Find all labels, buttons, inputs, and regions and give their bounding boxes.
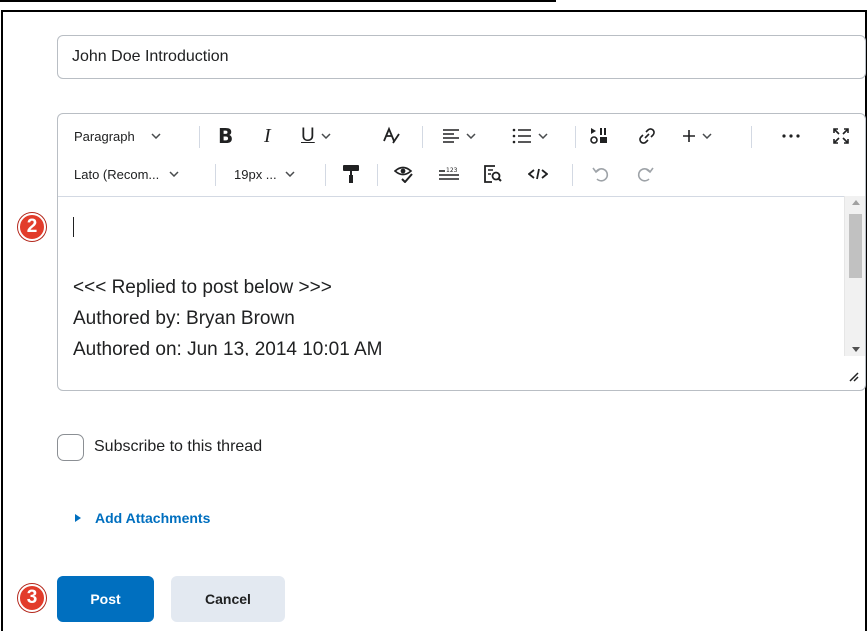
cancel-button[interactable]: Cancel xyxy=(171,576,285,622)
source-code-icon[interactable] xyxy=(528,154,548,194)
scroll-thumb[interactable] xyxy=(849,214,862,278)
step-3-badge: 3 xyxy=(18,584,46,612)
add-attachments-link[interactable]: Add Attachments xyxy=(75,510,210,526)
align-icon xyxy=(442,128,460,144)
bold-icon[interactable]: B xyxy=(218,116,233,156)
italic-icon[interactable]: I xyxy=(264,116,271,156)
toolbar-separator xyxy=(199,126,200,148)
subscribe-checkbox[interactable] xyxy=(57,434,84,461)
font-size-label: 19px ... xyxy=(234,166,277,182)
scroll-up-arrow-icon[interactable] xyxy=(852,200,860,205)
chevron-down-icon xyxy=(466,133,476,139)
toolbar-separator xyxy=(215,164,216,186)
font-size-dropdown[interactable]: 19px ... xyxy=(234,154,295,194)
toolbar-separator xyxy=(377,164,378,186)
toolbar-separator xyxy=(325,164,326,186)
accessibility-check-icon[interactable] xyxy=(394,154,414,194)
authored-on-line: Authored on: Jun 13, 2014 10:01 AM xyxy=(73,339,383,356)
more-icon[interactable] xyxy=(782,116,800,156)
authored-by-line: Authored by: Bryan Brown xyxy=(73,308,295,329)
plus-icon xyxy=(682,129,696,143)
chevron-down-icon xyxy=(321,133,331,139)
editor-content-area[interactable]: <<< Replied to post below >>> Authored b… xyxy=(58,196,844,356)
bullet-list-icon xyxy=(512,128,532,144)
font-family-label: Lato (Recom... xyxy=(74,166,160,182)
word-count-icon[interactable]: 123 xyxy=(438,154,460,194)
post-button[interactable]: Post xyxy=(57,576,154,622)
find-replace-icon[interactable] xyxy=(484,154,502,194)
resize-handle-icon[interactable] xyxy=(847,370,859,382)
insert-plus-dropdown[interactable] xyxy=(682,116,712,156)
underline-icon: U xyxy=(301,125,315,146)
editor-toolbar-row-1: Paragraph B I U xyxy=(58,116,865,156)
chevron-down-icon xyxy=(151,133,161,139)
expand-triangle-icon xyxy=(75,514,81,522)
list-dropdown[interactable] xyxy=(512,116,548,156)
paragraph-format-label: Paragraph xyxy=(74,128,135,144)
toolbar-separator xyxy=(751,126,752,148)
subscribe-label[interactable]: Subscribe to this thread xyxy=(94,438,262,456)
text-cursor xyxy=(73,217,74,237)
chevron-down-icon xyxy=(285,171,295,177)
top-border-line xyxy=(0,0,556,2)
font-family-dropdown[interactable]: Lato (Recom... xyxy=(74,154,179,194)
align-dropdown[interactable] xyxy=(442,116,476,156)
chevron-down-icon xyxy=(702,133,712,139)
editor-scrollbar[interactable] xyxy=(844,196,865,356)
redo-icon[interactable] xyxy=(636,154,654,194)
chevron-down-icon xyxy=(169,171,179,177)
text-color-icon[interactable] xyxy=(381,116,401,156)
add-attachments-label: Add Attachments xyxy=(95,510,211,526)
html-editor[interactable]: Paragraph B I U Lato (Recom... 19px ... … xyxy=(57,113,866,391)
toolbar-separator xyxy=(575,126,576,148)
chevron-down-icon xyxy=(538,133,548,139)
step-2-badge: 2 xyxy=(18,213,46,241)
toolbar-separator xyxy=(422,126,423,148)
paragraph-format-dropdown[interactable]: Paragraph xyxy=(74,116,161,156)
toolbar-separator xyxy=(572,164,573,186)
scroll-down-arrow-icon[interactable] xyxy=(852,347,860,352)
fullscreen-icon[interactable] xyxy=(833,116,849,156)
reply-header-line: <<< Replied to post below >>> xyxy=(73,277,332,298)
link-icon[interactable] xyxy=(638,116,656,156)
underline-button[interactable]: U xyxy=(301,116,331,156)
insert-stuff-icon[interactable] xyxy=(590,116,608,156)
editor-toolbar-row-2: Lato (Recom... 19px ... 123 xyxy=(58,154,865,194)
format-painter-icon[interactable] xyxy=(342,154,360,194)
subject-input[interactable]: John Doe Introduction xyxy=(57,35,866,79)
svg-text:123: 123 xyxy=(446,167,458,174)
undo-icon[interactable] xyxy=(592,154,610,194)
